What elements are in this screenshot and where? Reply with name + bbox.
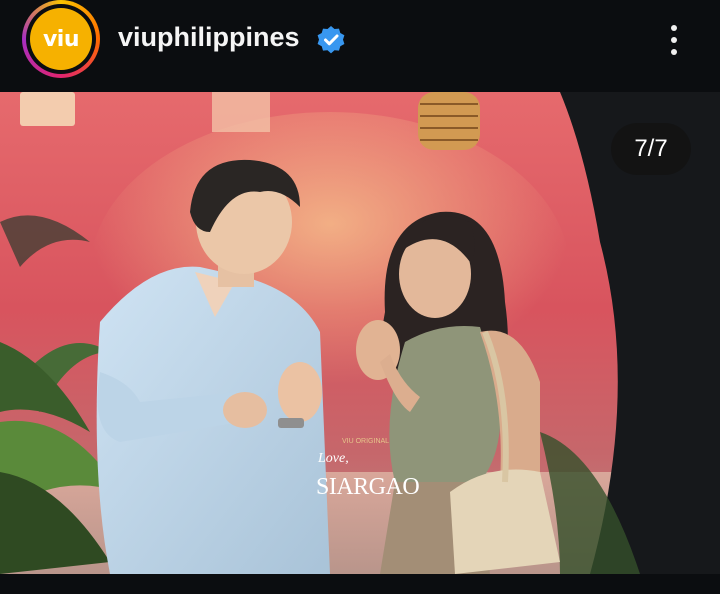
more-dot bbox=[671, 37, 677, 43]
watermark-line2: Love, bbox=[317, 451, 349, 466]
verified-badge-icon bbox=[317, 26, 345, 54]
more-options-button[interactable] bbox=[660, 18, 688, 62]
watermark-line3: SIARGAO bbox=[316, 474, 419, 500]
avatar-logo-text: viu bbox=[42, 26, 80, 52]
more-dot bbox=[671, 49, 677, 55]
more-dot bbox=[671, 25, 677, 31]
post-header: viu viuphilippines bbox=[0, 0, 720, 92]
watermark-line1: VIU ORIGINAL bbox=[342, 438, 389, 445]
viu-logo: viu bbox=[30, 8, 92, 70]
avatar[interactable]: viu bbox=[22, 0, 100, 78]
avatar-border: viu bbox=[26, 4, 96, 74]
post-photo[interactable]: VIU ORIGINAL Love, SIARGAO bbox=[0, 92, 720, 574]
photo-scene: VIU ORIGINAL Love, SIARGAO bbox=[0, 92, 720, 574]
bottom-bar bbox=[0, 574, 720, 594]
carousel-counter: 7/7 bbox=[611, 123, 691, 175]
username[interactable]: viuphilippines bbox=[118, 22, 300, 53]
